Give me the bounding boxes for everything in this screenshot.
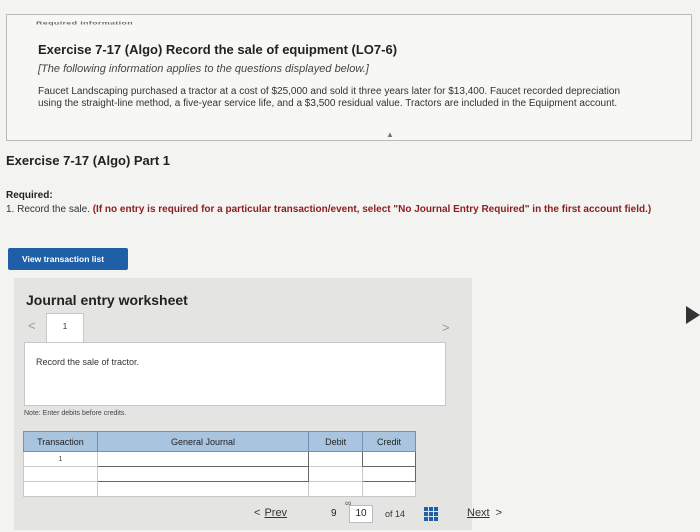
col-debit: Debit xyxy=(308,431,364,452)
chevron-left-icon: < xyxy=(254,507,261,519)
account-cell[interactable] xyxy=(96,481,310,497)
next-label: Next xyxy=(467,507,490,519)
worksheet-prev-arrow[interactable]: < xyxy=(28,318,36,333)
grid-icon[interactable] xyxy=(424,507,438,521)
current-page-number[interactable]: 9 xyxy=(331,508,337,519)
transaction-cell: 1 xyxy=(23,451,98,467)
prev-label: Prev xyxy=(264,507,288,519)
required-information-panel xyxy=(6,14,692,141)
transaction-cell xyxy=(23,466,98,482)
transaction-cell xyxy=(23,481,98,497)
page-count: of 14 xyxy=(385,509,406,519)
required-information-heading: Required information xyxy=(36,20,134,26)
account-cell[interactable] xyxy=(96,466,310,482)
exercise-subtitle: [The following information applies to th… xyxy=(38,63,369,75)
journal-table-header: Transaction General Journal Debit Credit xyxy=(23,431,416,452)
record-instruction-text: Record the sale of tractor. xyxy=(36,357,140,367)
col-transaction: Transaction xyxy=(23,431,98,452)
note-text: Note: Enter debits before credits. xyxy=(24,410,127,417)
table-row xyxy=(23,481,416,497)
worksheet-next-arrow[interactable]: > xyxy=(442,320,450,335)
chevron-right-icon: > xyxy=(495,507,503,519)
view-transaction-list-button[interactable]: View transaction list xyxy=(8,248,128,270)
credit-cell[interactable] xyxy=(362,451,416,467)
required-text-plain: 1. Record the sale. xyxy=(6,204,93,215)
cursor-arrow-icon xyxy=(686,306,700,324)
exercise-title: Exercise 7-17 (Algo) Record the sale of … xyxy=(38,42,398,57)
journal-table: Transaction General Journal Debit Credit… xyxy=(23,431,416,497)
prev-button[interactable]: < Prev xyxy=(254,507,287,519)
worksheet-title: Journal entry worksheet xyxy=(26,292,188,308)
debit-cell[interactable] xyxy=(308,451,364,467)
required-instructions: 1. Record the sale. (If no entry is requ… xyxy=(6,204,686,216)
credit-cell[interactable] xyxy=(362,466,416,482)
debit-cell[interactable] xyxy=(308,481,364,497)
credit-cell[interactable] xyxy=(362,481,416,497)
table-row xyxy=(23,466,416,482)
exercise-body: Faucet Landscaping purchased a tractor a… xyxy=(38,86,621,109)
worksheet-page-tab[interactable]: 1 xyxy=(46,313,84,343)
account-cell[interactable] xyxy=(96,451,310,467)
next-page-number[interactable]: 10 xyxy=(349,505,373,523)
record-instruction-box xyxy=(24,342,446,406)
part-title: Exercise 7-17 (Algo) Part 1 xyxy=(6,153,171,168)
required-label: Required: xyxy=(6,190,53,201)
required-text-bold: (If no entry is required for a particula… xyxy=(92,204,652,215)
table-row: 1 xyxy=(23,451,416,467)
col-credit: Credit xyxy=(362,431,416,452)
col-general-journal: General Journal xyxy=(96,431,310,452)
next-button[interactable]: Next > xyxy=(467,507,502,519)
debit-cell[interactable] xyxy=(308,466,364,482)
resize-marker: ▲ xyxy=(386,130,394,139)
